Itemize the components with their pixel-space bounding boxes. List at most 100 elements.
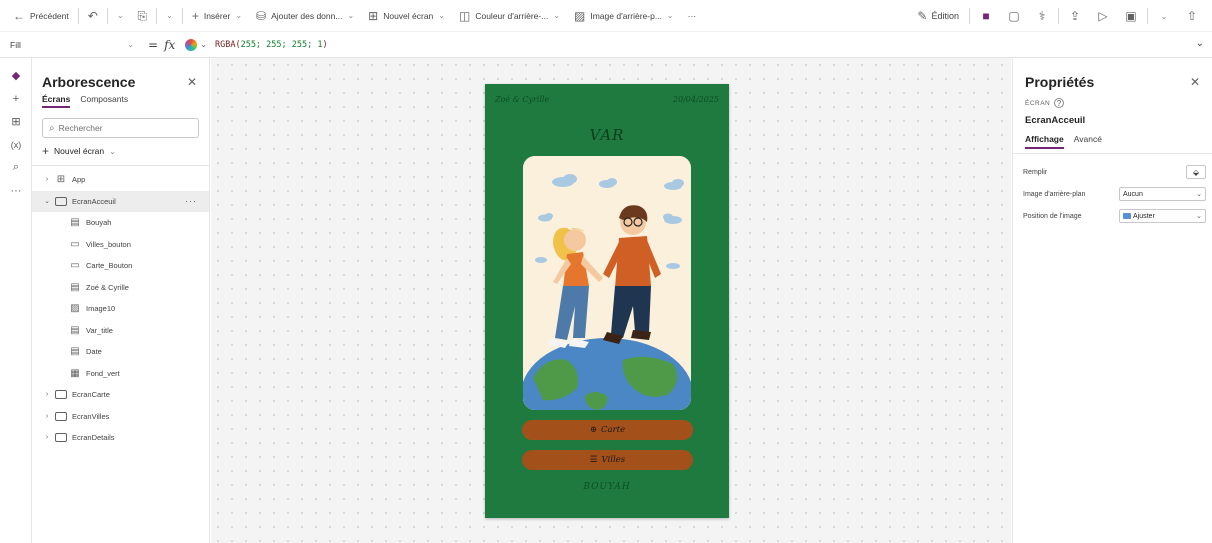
tree-list: › ⊞ App ⌄ EcranAcceuil ··· ▤ Bouyah ▭ Vi…	[32, 166, 209, 449]
paste-button[interactable]: ⎘	[131, 3, 155, 29]
app-checker-button[interactable]: ⚕	[1031, 5, 1053, 27]
tree-item-ecranvilles[interactable]: › EcranVilles	[32, 406, 209, 428]
share-button[interactable]: ⇪	[1064, 5, 1086, 27]
back-label: Précédent	[30, 10, 69, 21]
toolbar-divider	[1058, 8, 1059, 24]
screen-icon	[55, 433, 67, 443]
insert-pane-button[interactable]: +	[0, 87, 32, 110]
more-commands-button[interactable]: ···	[681, 3, 704, 29]
tree-item-ecranacceuil[interactable]: ⌄ EcranAcceuil ···	[32, 190, 209, 212]
fill-color-button[interactable]: ⬙	[1186, 165, 1206, 179]
background-color-button[interactable]: ◫ Couleur d'arrière-... ⌄	[452, 3, 567, 29]
help-icon[interactable]: ?	[1054, 98, 1065, 108]
var-title-label[interactable]: VAR	[485, 126, 729, 144]
tab-display[interactable]: Affichage	[1025, 134, 1064, 149]
carte-button[interactable]: ⊕ Carte	[522, 420, 693, 440]
couple-globe-image[interactable]	[523, 156, 691, 410]
search-pane-button[interactable]: ⌕	[0, 156, 32, 179]
tab-screens[interactable]: Écrans	[42, 94, 71, 108]
date-label[interactable]: 20/04/2025	[673, 95, 719, 104]
tree-item-ecrancarte[interactable]: › EcranCarte	[32, 384, 209, 406]
chevron-right-icon[interactable]: ›	[42, 434, 52, 441]
close-icon[interactable]: ✕	[1190, 75, 1200, 89]
app-screen-preview[interactable]: Zoé & Cyrille 20/04/2025 VAR ⊕ Carte ☰ V…	[485, 84, 729, 518]
insert-button[interactable]: + Insérer ⌄	[185, 3, 249, 29]
tree-item-date[interactable]: ▤ Date	[32, 341, 209, 363]
screen-icon	[55, 390, 67, 400]
publish-button[interactable]: ⇧	[1181, 5, 1203, 27]
plus-icon: +	[12, 92, 20, 105]
tree-item-bouyah[interactable]: ▤ Bouyah	[32, 212, 209, 234]
variables-button[interactable]: (x)	[0, 133, 32, 156]
tree-item-var-title[interactable]: ▤ Var_title	[32, 320, 209, 342]
data-pane-button[interactable]: ⊞	[0, 110, 32, 133]
comments-button[interactable]: ▢	[1003, 5, 1025, 27]
chevron-down-icon: ⌄	[1160, 11, 1168, 21]
button-icon: ▭	[70, 260, 80, 272]
back-button[interactable]: ← Précédent	[6, 3, 76, 29]
chevron-right-icon[interactable]: ›	[42, 176, 52, 183]
formula-close-paren: )	[322, 39, 328, 50]
image-position-value: Ajuster	[1133, 212, 1155, 220]
chevron-right-icon[interactable]: ›	[42, 413, 52, 420]
tree-item-carte-bouton[interactable]: ▭ Carte_Bouton	[32, 255, 209, 277]
preview-button[interactable]: ▷	[1092, 5, 1114, 27]
more-icon: ···	[687, 10, 697, 21]
screen-icon	[55, 196, 67, 206]
tree-item-ecrandetails[interactable]: › EcranDetails	[32, 427, 209, 449]
chevron-down-icon[interactable]: ⌄	[42, 197, 52, 205]
more-options-icon[interactable]: ···	[185, 196, 197, 206]
save-dropdown-button[interactable]: ⌄	[1153, 5, 1175, 27]
paste-dropdown-button[interactable]: ⌄	[159, 3, 180, 29]
toolbar-divider	[156, 7, 158, 24]
background-image-label: Image d'arrière-p...	[590, 10, 662, 21]
undo-button[interactable]: ↶	[81, 3, 105, 29]
tab-advanced[interactable]: Avancé	[1074, 134, 1102, 149]
background-image-button[interactable]: ▨ Image d'arrière-p... ⌄	[567, 3, 681, 29]
copilot-button[interactable]: ■	[975, 5, 997, 27]
formula-input[interactable]: RGBA(255; 255; 255; 1)	[215, 40, 328, 50]
bouyah-label[interactable]: BOUYAH	[485, 482, 729, 492]
chevron-down-icon[interactable]: ⌄	[200, 40, 207, 49]
chevron-down-icon: ⌄	[1196, 191, 1202, 198]
chevron-down-icon: ⌄	[235, 11, 243, 20]
design-canvas[interactable]: Zoé & Cyrille 20/04/2025 VAR ⊕ Carte ☰ V…	[211, 58, 1011, 543]
edit-mode-button[interactable]: ✎ Édition	[909, 10, 967, 22]
tree-item-image10[interactable]: ▨ Image10	[32, 298, 209, 320]
formula-bar: Fill ⌄ = fx ⌄ RGBA(255; 255; 255; 1) ⌄	[0, 32, 1212, 58]
new-screen-tree-button[interactable]: + Nouvel écran ⌄	[32, 138, 209, 158]
image-position-label: Position de l'image	[1023, 212, 1082, 220]
close-icon[interactable]: ✕	[187, 75, 197, 89]
comment-icon: ▢	[1008, 9, 1020, 23]
tree-item-zoe-cyrille[interactable]: ▤ Zoé & Cyrille	[32, 277, 209, 299]
pencil-icon: ✎	[917, 9, 928, 23]
tree-view-button[interactable]: ◆	[0, 64, 32, 87]
names-label[interactable]: Zoé & Cyrille	[495, 95, 549, 104]
function-button[interactable]: = fx	[148, 38, 175, 52]
add-data-button[interactable]: ⛁ Ajouter des donn... ⌄	[249, 3, 361, 29]
property-selector[interactable]: Fill ⌄	[6, 34, 142, 56]
chevron-right-icon[interactable]: ›	[42, 391, 52, 398]
save-button[interactable]: ▣	[1120, 5, 1142, 27]
search-input[interactable]: ⌕ Rechercher	[42, 118, 199, 138]
undo-dropdown-button[interactable]: ⌄	[110, 3, 131, 29]
new-screen-button[interactable]: ⊞ Nouvel écran ⌄	[361, 3, 452, 29]
tree-item-fond-vert[interactable]: ▦ Fond_vert	[32, 363, 209, 385]
more-rail-button[interactable]: ···	[0, 179, 32, 202]
couple-globe-illustration	[523, 156, 691, 410]
villes-button[interactable]: ☰ Villes	[522, 450, 693, 470]
tree-item-app[interactable]: › ⊞ App	[32, 169, 209, 191]
color-picker-icon[interactable]	[185, 38, 198, 51]
image-icon	[1123, 212, 1131, 219]
tree-item-villes-bouton[interactable]: ▭ Villes_bouton	[32, 234, 209, 256]
tab-components[interactable]: Composants	[80, 94, 128, 108]
carte-button-label: Carte	[601, 425, 626, 435]
tree-tabs: Écrans Composants	[32, 90, 209, 108]
expand-formula-icon[interactable]: ⌄	[1196, 38, 1204, 49]
image-position-dropdown[interactable]: Ajuster ⌄	[1119, 209, 1206, 223]
database-icon: ⛁	[256, 8, 267, 23]
arrow-left-icon: ←	[13, 8, 25, 23]
tree-item-label: Date	[86, 347, 102, 357]
search-placeholder: Rechercher	[58, 123, 103, 133]
background-image-dropdown[interactable]: Aucun ⌄	[1119, 187, 1206, 201]
